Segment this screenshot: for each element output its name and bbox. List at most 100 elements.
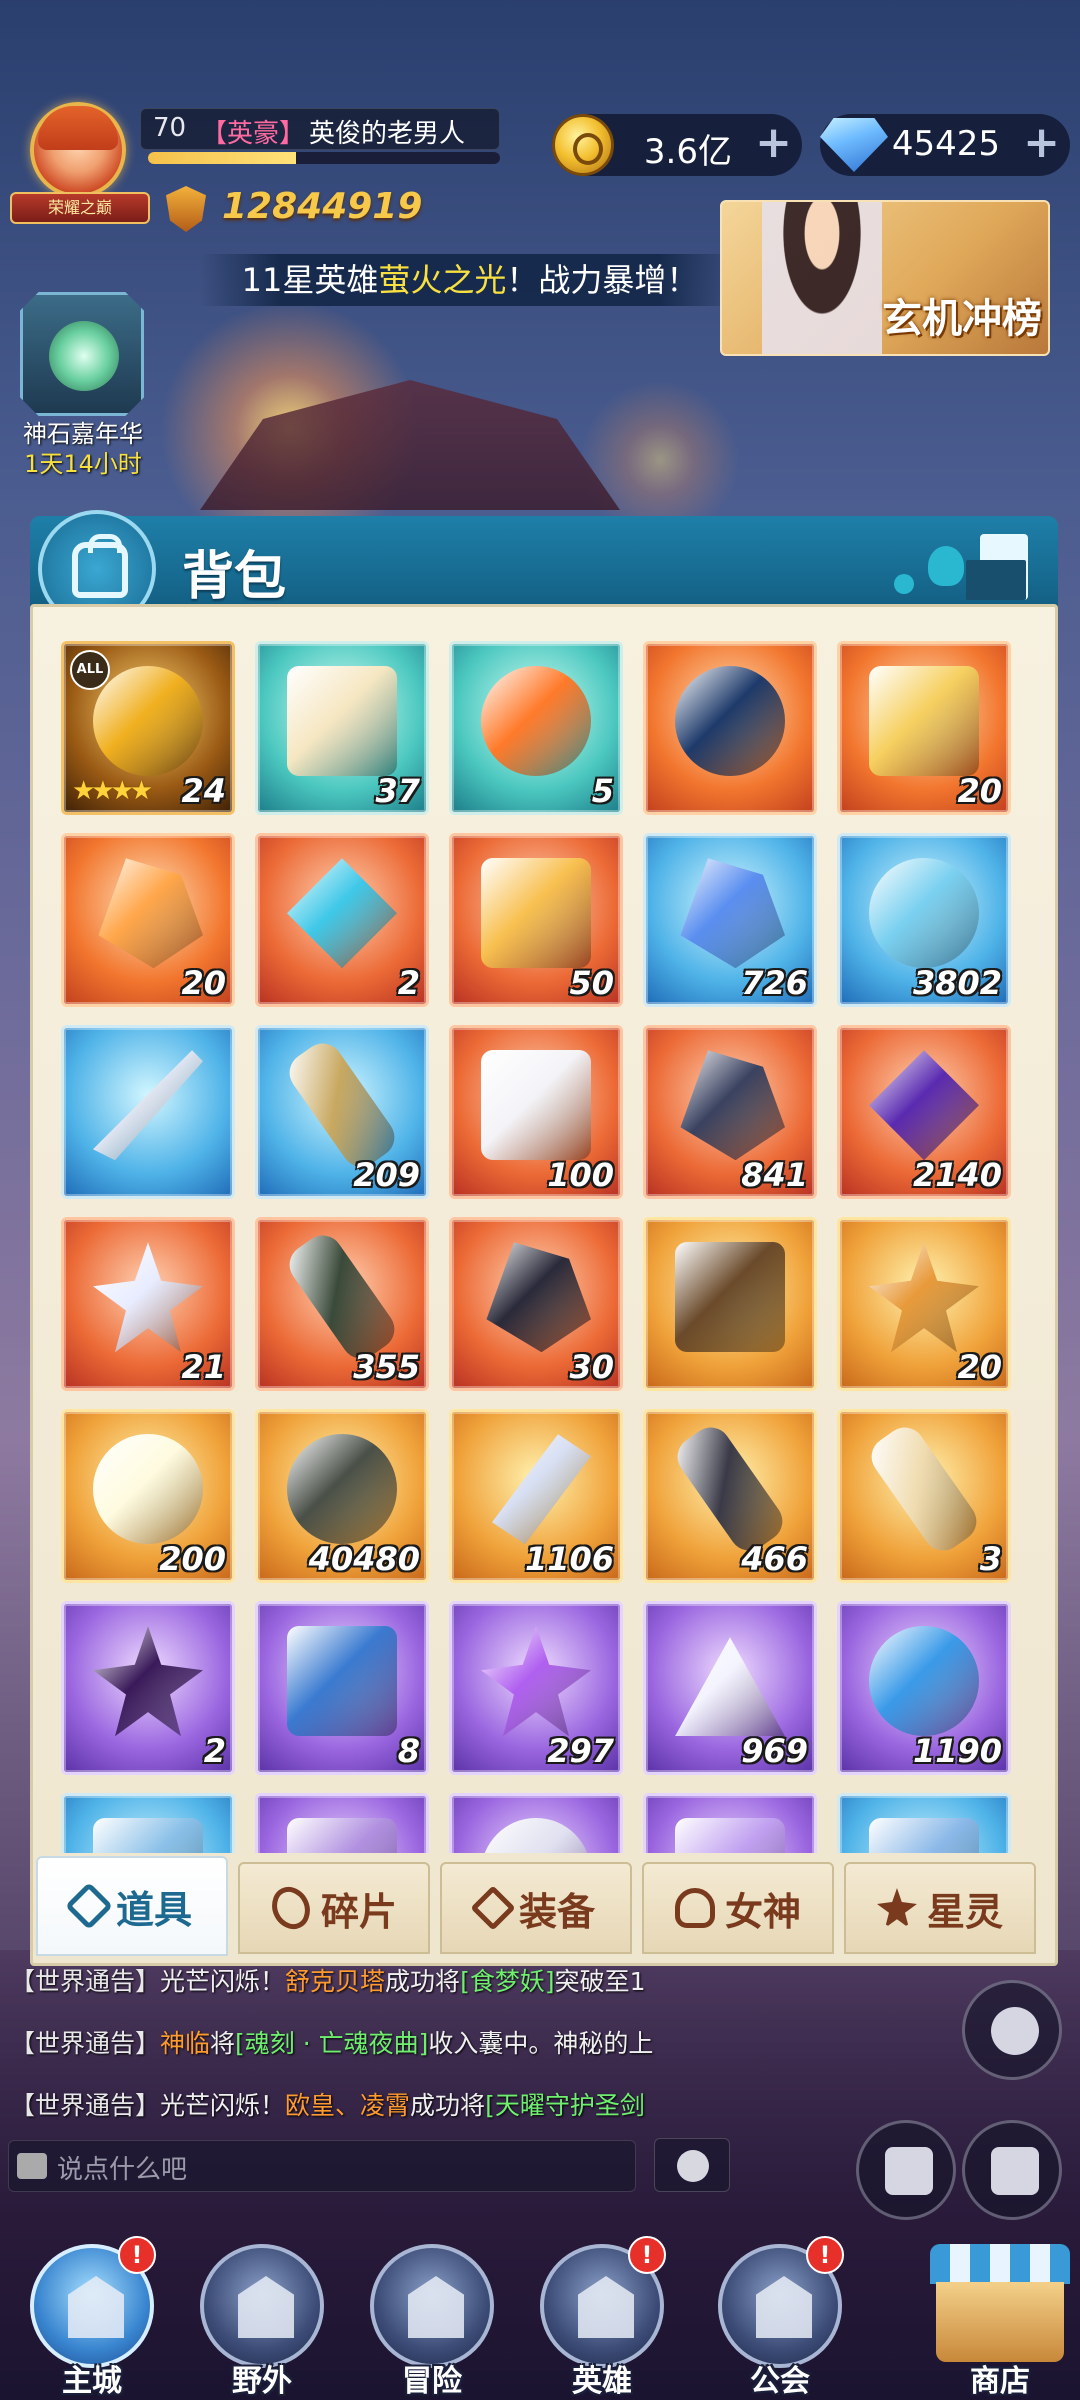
friends-icon — [991, 2007, 1039, 2055]
bag-item-slot[interactable]: 466 — [643, 1409, 817, 1583]
player-avatar[interactable]: 荣耀之巅 — [10, 96, 150, 226]
item-icon — [869, 858, 979, 969]
bag-item-slot[interactable]: 20 — [837, 641, 1011, 815]
exp-bar — [148, 152, 500, 164]
bag-item-slot[interactable]: 8 — [255, 1601, 429, 1775]
deco-dot — [894, 574, 914, 594]
chat-text: [魂刻 · 亡魂夜曲] — [235, 2029, 429, 2058]
item-icon — [680, 858, 785, 969]
item-icon — [481, 1818, 591, 1853]
tab-goddess[interactable]: 女神 — [642, 1862, 834, 1954]
nav-building-icon — [578, 2276, 634, 2338]
bag-item-slot[interactable]: 726 — [643, 833, 817, 1007]
player-title: 【英豪】 — [201, 119, 306, 149]
item-grid-viewport[interactable]: ALL ★★★★ 24 37 5 20 20 2 50 726 3802 209 100 841 2140 2… — [61, 641, 1021, 1853]
bag-item-slot[interactable] — [61, 1793, 235, 1853]
item-quantity: 21 — [181, 1348, 226, 1386]
bag-item-slot[interactable] — [837, 1793, 1011, 1853]
emoji-button[interactable] — [654, 2138, 730, 2192]
chat-text: 光芒闪烁！ — [160, 2091, 286, 2120]
bag-item-slot[interactable]: 841 — [643, 1025, 817, 1199]
nav-label: 主城 — [62, 2364, 122, 2399]
bag-item-slot[interactable]: 20 — [837, 1217, 1011, 1391]
diamond-icon — [820, 118, 888, 172]
bag-item-slot[interactable]: 100 — [449, 1025, 623, 1199]
equip-icon — [470, 1885, 516, 1931]
friends-button[interactable] — [962, 1980, 1062, 2080]
item-quantity: 1190 — [912, 1732, 1002, 1770]
add-gems-button[interactable]: + — [1023, 120, 1060, 166]
bag-item-slot[interactable]: 5 — [449, 641, 623, 815]
chat-input[interactable]: 说点什么吧 — [8, 2140, 636, 2192]
tab-items[interactable]: 道具 — [36, 1856, 228, 1956]
nav-label: 商店 — [970, 2364, 1030, 2399]
nav-item[interactable]: 英雄! — [522, 2236, 682, 2400]
chest-button[interactable] — [962, 2120, 1062, 2220]
chat-text: [天曜守护圣剑 — [485, 2091, 645, 2120]
item-icon — [869, 1626, 979, 1737]
bag-item-slot[interactable] — [643, 1793, 817, 1853]
bag-item-slot[interactable]: ALL ★★★★ 24 — [61, 641, 235, 815]
notification-badge: ! — [118, 2236, 156, 2274]
bag-item-slot[interactable]: 30 — [449, 1217, 623, 1391]
combat-power: 12844919 — [222, 186, 423, 227]
gem-counter: 45425 + — [820, 114, 1070, 176]
add-gold-button[interactable]: + — [755, 120, 792, 166]
bag-item-slot[interactable]: 40480 — [255, 1409, 429, 1583]
bag-item-slot[interactable]: 200 — [61, 1409, 235, 1583]
gem-amount: 45425 — [891, 124, 1000, 164]
bag-item-slot[interactable]: 297 — [449, 1601, 623, 1775]
bag-item-slot[interactable]: 2 — [255, 833, 429, 1007]
bag-item-slot[interactable]: 355 — [255, 1217, 429, 1391]
bottom-nav: 主城! 野外 冒险 英雄! 公会! 商店 — [0, 2236, 1080, 2400]
bag-item-slot[interactable]: 209 — [255, 1025, 429, 1199]
nav-item[interactable]: 冒险 — [352, 2236, 512, 2400]
bag-item-slot[interactable]: 2140 — [837, 1025, 1011, 1199]
bag-item-slot[interactable]: 3 — [837, 1409, 1011, 1583]
bag-panel: 背包 ALL ★★★★ 24 37 5 20 20 2 50 726 3802 209 100 841 21… — [30, 510, 1058, 1966]
bottle-icon — [966, 534, 1028, 600]
chat-channel-tag: 【世界通告】 — [10, 2029, 161, 2058]
bag-item-slot[interactable]: 50 — [449, 833, 623, 1007]
tab-shard[interactable]: 碎片 — [238, 1862, 430, 1954]
bag-item-slot[interactable]: 21 — [61, 1217, 235, 1391]
nav-item[interactable]: 野外 — [182, 2236, 342, 2400]
goddess-icon — [674, 1888, 715, 1928]
item-quantity: 2 — [203, 1732, 226, 1770]
event-banner-card[interactable]: 玄机冲榜 — [720, 200, 1050, 356]
item-icon — [481, 1626, 591, 1737]
nav-button[interactable] — [200, 2244, 324, 2368]
item-icon — [675, 1637, 785, 1737]
bag-item-slot[interactable] — [643, 641, 817, 815]
carnival-event-button[interactable] — [20, 292, 144, 416]
bag-item-slot[interactable]: 1190 — [837, 1601, 1011, 1775]
tab-star[interactable]: 星灵 — [844, 1862, 1036, 1954]
bag-item-slot[interactable]: 20 — [61, 833, 235, 1007]
bag-item-slot[interactable]: 3802 — [837, 833, 1011, 1007]
bag-item-slot[interactable] — [61, 1025, 235, 1199]
chat-text: 舒克贝塔 — [285, 1967, 386, 1996]
nav-label: 冒险 — [402, 2364, 462, 2399]
bag-item-slot[interactable] — [449, 1793, 623, 1853]
shard-icon — [265, 1882, 317, 1934]
bag-item-slot[interactable]: 1106 — [449, 1409, 623, 1583]
bag-item-slot[interactable]: 37 — [255, 641, 429, 815]
tab-equip[interactable]: 装备 — [440, 1862, 632, 1954]
bag-item-slot[interactable]: 969 — [643, 1601, 817, 1775]
item-quantity: 209 — [353, 1156, 420, 1194]
ranking-button[interactable] — [856, 2120, 956, 2220]
nav-button[interactable] — [370, 2244, 494, 2368]
item-quantity: 20 — [957, 1348, 1002, 1386]
bag-item-slot[interactable]: 2 — [61, 1601, 235, 1775]
chat-input-placeholder: 说点什么吧 — [57, 2155, 188, 2185]
tab-label: 道具 — [115, 1887, 192, 1932]
bag-item-slot[interactable] — [643, 1217, 817, 1391]
avatar-banner: 荣耀之巅 — [10, 192, 150, 224]
nav-shop[interactable]: 商店 — [920, 2236, 1080, 2400]
nav-building-icon — [408, 2276, 464, 2338]
chat-text: 突破至1 — [554, 1967, 646, 1996]
nav-item[interactable]: 主城! — [12, 2236, 172, 2400]
bag-item-slot[interactable] — [255, 1793, 429, 1853]
item-quantity: 100 — [547, 1156, 614, 1194]
nav-item[interactable]: 公会! — [700, 2236, 860, 2400]
